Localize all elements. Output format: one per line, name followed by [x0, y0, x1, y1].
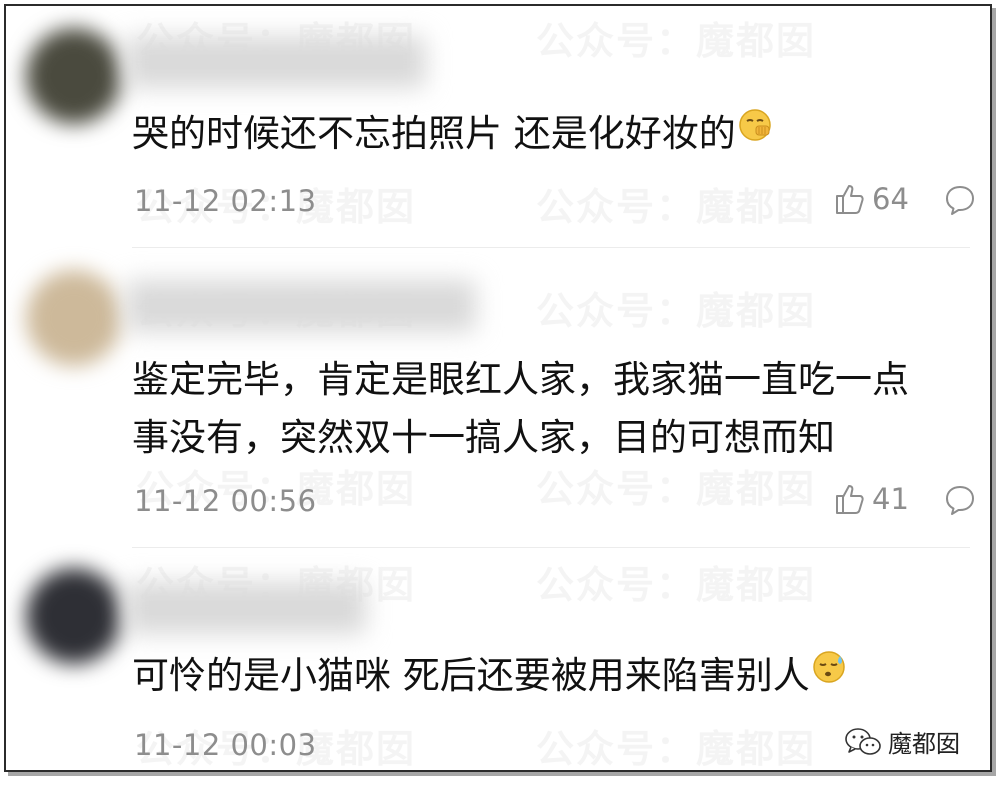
avatar[interactable]	[26, 270, 122, 366]
like-button[interactable]: 41	[834, 482, 909, 516]
avatar[interactable]	[26, 28, 122, 124]
face-with-hand-over-mouth-emoji	[739, 109, 771, 141]
thumbs-up-icon	[836, 485, 864, 514]
comment-text-content: 哭的时候还不忘拍照片 还是化好妆的	[132, 112, 736, 155]
sweat-face-emoji	[813, 651, 845, 683]
comment-text-line-1: 鉴定完毕，肯定是眼红人家，我家猫一直吃一点	[132, 358, 909, 401]
comment-panel: 公众号：魔都囡 公众号：魔都囡 公众号：魔都囡 公众号：魔都囡 公众号：魔都囡 …	[4, 4, 992, 772]
comment-time: 11-12 00:03	[134, 728, 317, 762]
username-redacted	[126, 582, 366, 634]
reply-bubble-icon[interactable]	[944, 484, 976, 516]
like-count: 64	[872, 182, 909, 216]
wechat-icon	[845, 727, 881, 755]
source-badge: 魔都囡	[844, 724, 962, 759]
comment-item: 鉴定完毕，肯定是眼红人家，我家猫一直吃一点 事没有，突然双十一搞人家，目的可想而…	[6, 250, 990, 548]
comment-item: 可怜的是小猫咪 死后还要被用来陷害别人 11-12 00:03	[6, 548, 990, 770]
comment-text: 可怜的是小猫咪 死后还要被用来陷害别人	[132, 646, 966, 706]
thumbs-up-icon	[836, 185, 864, 214]
comment-item: 哭的时候还不忘拍照片 还是化好妆的 11-12 02:13 64	[6, 6, 990, 250]
username-redacted	[126, 280, 476, 332]
reply-bubble-icon[interactable]	[944, 184, 976, 216]
comment-text-line-2: 事没有，突然双十一搞人家，目的可想而知	[132, 416, 835, 459]
comment-text: 哭的时候还不忘拍照片 还是化好妆的	[132, 104, 966, 164]
comment-text-content: 可怜的是小猫咪 死后还要被用来陷害别人	[132, 654, 810, 697]
like-button[interactable]: 64	[834, 182, 909, 216]
avatar[interactable]	[26, 568, 122, 664]
comment-time: 11-12 00:56	[134, 484, 317, 518]
like-count: 41	[872, 482, 909, 516]
badge-label: 魔都囡	[886, 724, 962, 759]
comment-time: 11-12 02:13	[134, 184, 317, 218]
username-redacted	[126, 36, 426, 88]
divider	[132, 247, 970, 248]
